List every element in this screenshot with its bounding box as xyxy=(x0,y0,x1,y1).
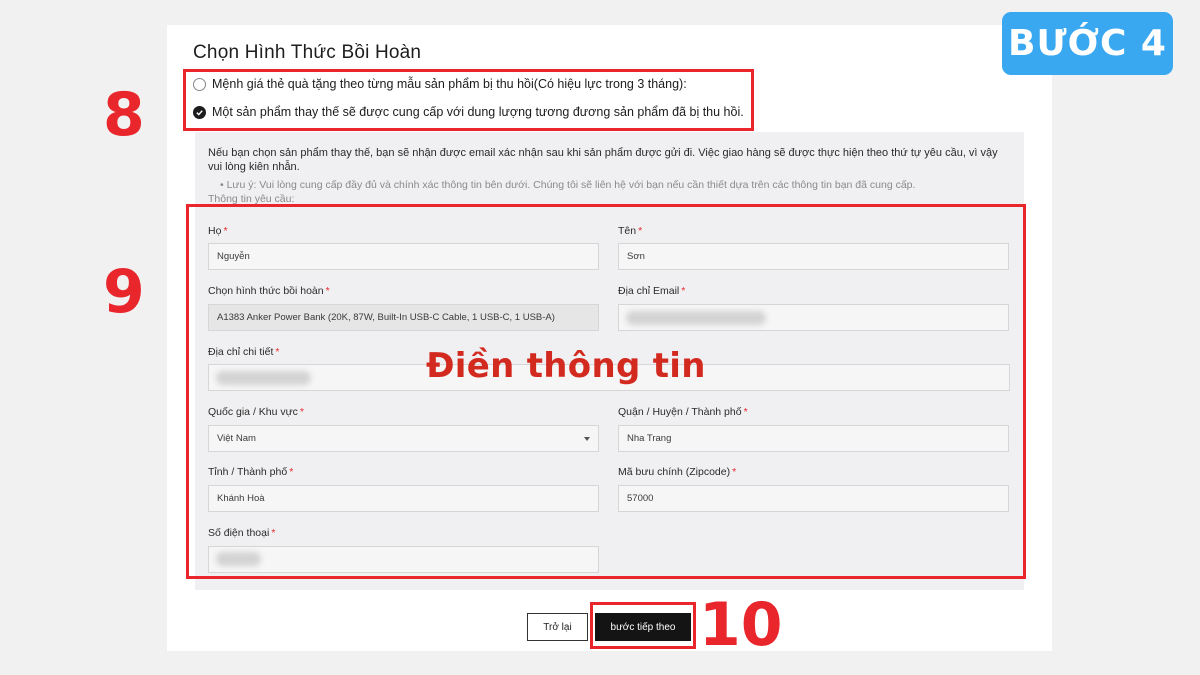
label-zip: Mã bưu chính (Zipcode) * xyxy=(618,466,737,478)
input-phone[interactable] xyxy=(208,546,599,573)
label-hinh-thuc: Chọn hình thức bồi hoàn * xyxy=(208,285,330,297)
label-tinh: Tỉnh / Thành phố * xyxy=(208,466,294,478)
option-gift-card-label: Mệnh giá thẻ quà tặng theo từng mẫu sản … xyxy=(212,77,687,91)
option-replacement-label: Một sản phẩm thay thế sẽ được cung cấp v… xyxy=(212,105,744,119)
option-gift-card[interactable]: Mệnh giá thẻ quà tặng theo từng mẫu sản … xyxy=(193,77,687,91)
input-ten[interactable]: Sơn xyxy=(618,243,1009,270)
label-ho: Họ * xyxy=(208,225,228,237)
chevron-down-icon xyxy=(584,437,590,441)
section-title: Chọn Hình Thức Bồi Hoàn xyxy=(193,42,422,63)
address-blurred xyxy=(216,371,311,385)
info-line-1: Nếu bạn chọn sản phẩm thay thế, bạn sẽ n… xyxy=(208,147,998,159)
input-tinh[interactable]: Khánh Hoà xyxy=(208,485,599,512)
annotation-9: 9 xyxy=(103,257,145,327)
input-hinh-thuc: A1383 Anker Power Bank (20K, 87W, Built-… xyxy=(208,304,599,331)
annotation-10: 10 xyxy=(699,590,783,660)
info-line-2: vui lòng kiên nhẫn. xyxy=(208,161,300,173)
label-phone: Số điện thoại * xyxy=(208,527,276,539)
input-quan[interactable]: Nha Trang xyxy=(618,425,1009,452)
input-ho[interactable]: Nguyễn xyxy=(208,243,599,270)
radio-checked-icon[interactable] xyxy=(193,105,206,119)
highlight-box-next xyxy=(590,602,696,649)
label-dia-chi: Địa chỉ chi tiết * xyxy=(208,346,280,358)
label-ten: Tên * xyxy=(618,225,643,237)
select-quoc-gia[interactable]: Việt Nam xyxy=(208,425,599,452)
option-replacement[interactable]: Một sản phẩm thay thế sẽ được cung cấp v… xyxy=(193,105,744,119)
email-blurred xyxy=(626,311,766,325)
overlay-fill-info: Điền thông tin xyxy=(426,346,706,386)
annotation-8: 8 xyxy=(103,80,145,150)
phone-blurred xyxy=(216,552,261,566)
label-quoc-gia: Quốc gia / Khu vực * xyxy=(208,406,304,418)
label-quan: Quận / Huyện / Thành phố * xyxy=(618,406,748,418)
info-note: • Lưu ý: Vui lòng cung cấp đầy đủ và chí… xyxy=(220,179,916,191)
label-email: Địa chỉ Email * xyxy=(618,285,686,297)
back-button[interactable]: Trở lại xyxy=(527,613,588,641)
step-badge: BƯỚC 4 xyxy=(1002,12,1173,75)
radio-unchecked-icon[interactable] xyxy=(193,77,206,91)
input-zip[interactable]: 57000 xyxy=(618,485,1009,512)
info-box xyxy=(195,132,1024,206)
